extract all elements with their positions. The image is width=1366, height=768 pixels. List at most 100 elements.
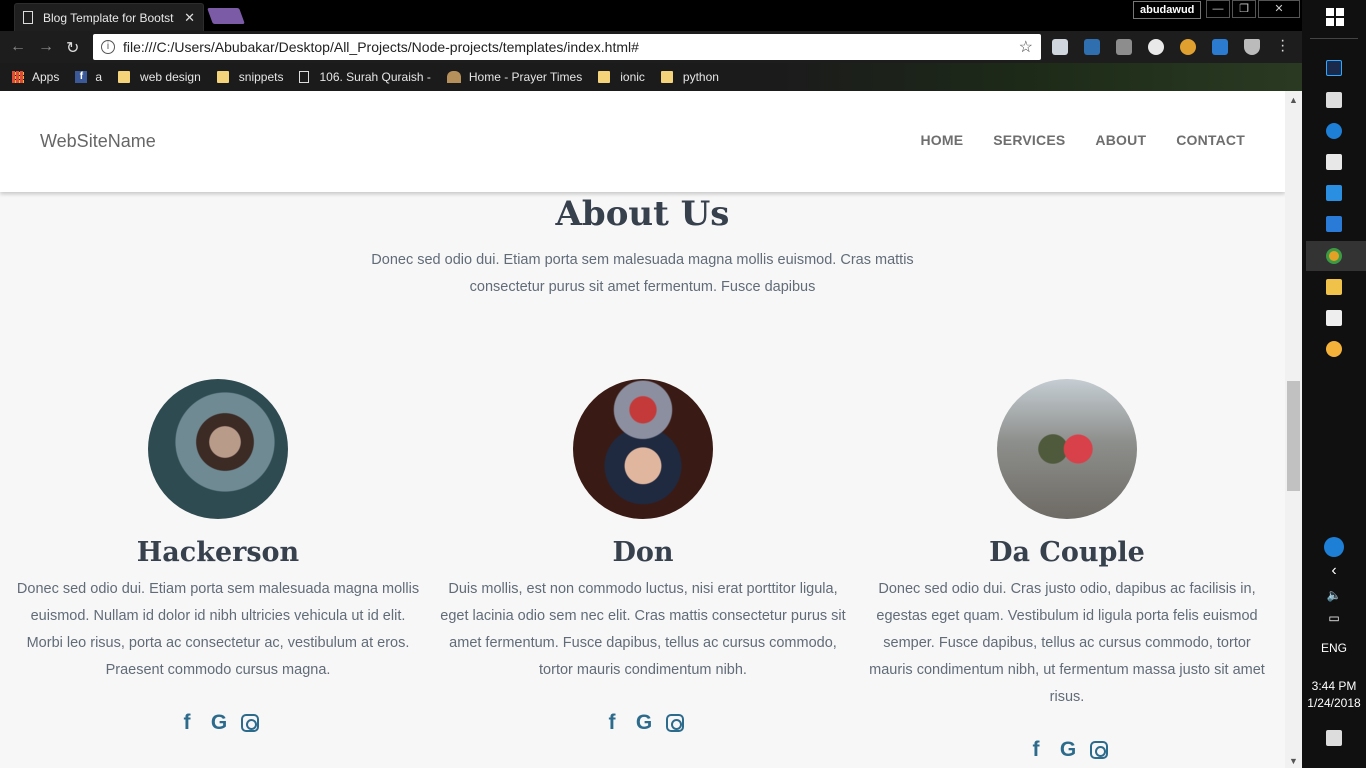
browser-tab[interactable]: Blog Template for Bootst ✕ bbox=[14, 3, 204, 31]
extension-icon-2[interactable] bbox=[1084, 39, 1100, 55]
tab-strip: Blog Template for Bootst ✕ abudawud — ❐ … bbox=[0, 0, 1302, 31]
social-links: f G bbox=[438, 712, 848, 734]
about-title: About Us bbox=[555, 194, 730, 234]
member-name: Don bbox=[612, 537, 674, 568]
clock-time[interactable]: 3:44 PM bbox=[1302, 679, 1366, 693]
close-tab-icon[interactable]: ✕ bbox=[184, 10, 195, 26]
close-window-button[interactable]: ✕ bbox=[1258, 0, 1300, 18]
mail-icon[interactable] bbox=[1326, 310, 1342, 326]
bookmark-ionic[interactable]: ionic bbox=[598, 70, 645, 84]
facebook-icon[interactable]: f bbox=[177, 712, 197, 734]
forward-arrow-icon[interactable]: → bbox=[38, 38, 54, 56]
minimize-button[interactable]: — bbox=[1206, 0, 1230, 18]
extension-icon-6[interactable] bbox=[1212, 39, 1228, 55]
address-bar[interactable]: i file:///C:/Users/Abubakar/Desktop/All_… bbox=[93, 34, 1041, 60]
windows-start-icon[interactable] bbox=[1326, 8, 1344, 26]
file-explorer-icon[interactable] bbox=[1326, 279, 1342, 295]
nav-home[interactable]: HOME bbox=[920, 132, 963, 148]
page-icon bbox=[299, 71, 310, 83]
extension-icon-4[interactable] bbox=[1148, 39, 1164, 55]
new-tab-button[interactable] bbox=[207, 8, 245, 24]
facebook-icon: f bbox=[75, 71, 88, 83]
extension-icon-3[interactable] bbox=[1116, 39, 1132, 55]
taskbar-divider bbox=[1310, 38, 1358, 39]
avatar bbox=[148, 379, 288, 519]
page-icon bbox=[23, 11, 33, 24]
extension-icon-5[interactable] bbox=[1180, 39, 1196, 55]
folder-icon bbox=[598, 71, 611, 83]
scroll-up-arrow-icon[interactable]: ▲ bbox=[1289, 95, 1298, 105]
info-icon[interactable]: i bbox=[101, 40, 115, 54]
facebook-icon[interactable]: f bbox=[1026, 739, 1046, 761]
instagram-icon[interactable] bbox=[1090, 741, 1108, 759]
vscode-icon[interactable] bbox=[1326, 216, 1342, 232]
team-member-card: Da Couple Donec sed odio dui. Cras justo… bbox=[862, 379, 1272, 761]
restore-button[interactable]: ❐ bbox=[1232, 0, 1256, 18]
bookmarks-bar: Apps fa web design snippets 106. Surah Q… bbox=[0, 63, 1302, 91]
nav-contact[interactable]: CONTACT bbox=[1176, 132, 1245, 148]
member-name: Da Couple bbox=[989, 537, 1145, 568]
facebook-icon[interactable]: f bbox=[602, 712, 622, 734]
back-arrow-icon[interactable]: ← bbox=[10, 38, 26, 56]
social-links: f G bbox=[13, 712, 423, 734]
instagram-icon[interactable] bbox=[666, 714, 684, 732]
page-viewport: WebSiteName HOME SERVICES ABOUT CONTACT … bbox=[0, 91, 1285, 768]
bookmark-snippets[interactable]: snippets bbox=[216, 70, 283, 84]
apps-grid-icon bbox=[12, 71, 24, 83]
avatar bbox=[997, 379, 1137, 519]
calculator-icon[interactable] bbox=[1326, 154, 1342, 170]
member-bio: Duis mollis, est non commodo luctus, nis… bbox=[440, 581, 846, 678]
url-text[interactable]: file:///C:/Users/Abubakar/Desktop/All_Pr… bbox=[123, 39, 1019, 55]
app-icon[interactable] bbox=[1326, 185, 1342, 201]
google-icon[interactable]: G bbox=[634, 712, 654, 734]
folder-icon bbox=[216, 71, 229, 83]
site-navbar: WebSiteName HOME SERVICES ABOUT CONTACT bbox=[0, 91, 1285, 192]
bookmark-python[interactable]: python bbox=[660, 70, 719, 84]
bookmark-star-icon[interactable]: ☆ bbox=[1019, 37, 1033, 57]
store-icon[interactable] bbox=[1326, 92, 1342, 108]
bookmark-surah-quraish[interactable]: 106. Surah Quraish - bbox=[299, 70, 431, 84]
nav-services[interactable]: SERVICES bbox=[993, 132, 1065, 148]
reload-icon[interactable]: ↻ bbox=[66, 38, 79, 58]
edge-icon[interactable] bbox=[1326, 123, 1342, 139]
team-member-card: Hackerson Donec sed odio dui. Etiam port… bbox=[13, 379, 423, 734]
google-icon[interactable]: G bbox=[1058, 739, 1078, 761]
shield-icon[interactable] bbox=[1244, 39, 1260, 55]
member-bio: Donec sed odio dui. Etiam porta sem male… bbox=[16, 581, 420, 678]
bookmark-prayer-times[interactable]: Home - Prayer Times bbox=[446, 70, 582, 84]
volume-icon[interactable]: 🔈 bbox=[1302, 588, 1366, 602]
nav-about[interactable]: ABOUT bbox=[1095, 132, 1146, 148]
instagram-icon[interactable] bbox=[241, 714, 259, 732]
scroll-down-arrow-icon[interactable]: ▼ bbox=[1289, 756, 1298, 766]
tab-title: Blog Template for Bootst bbox=[43, 10, 174, 25]
about-subtitle: Donec sed odio dui. Etiam porta sem male… bbox=[371, 252, 914, 295]
team-member-card: Don Duis mollis, est non commodo luctus,… bbox=[438, 379, 848, 734]
google-icon[interactable]: G bbox=[209, 712, 229, 734]
member-bio: Donec sed odio dui. Cras justo odio, dap… bbox=[869, 581, 1265, 705]
chrome-menu-icon[interactable]: · · · bbox=[1280, 33, 1285, 59]
member-name: Hackerson bbox=[136, 537, 300, 568]
photoshop-icon[interactable] bbox=[1326, 60, 1342, 76]
app-icon[interactable] bbox=[1326, 341, 1342, 357]
language-indicator[interactable]: ENG bbox=[1302, 641, 1366, 655]
profile-button[interactable]: abudawud bbox=[1133, 1, 1202, 19]
help-icon[interactable] bbox=[1324, 537, 1344, 557]
battery-icon[interactable]: ▭ bbox=[1302, 611, 1366, 625]
chrome-icon[interactable] bbox=[1326, 248, 1342, 264]
avatar bbox=[573, 379, 713, 519]
page-scrollbar[interactable]: ▲ ▼ bbox=[1285, 91, 1302, 768]
bookmark-web-design[interactable]: web design bbox=[118, 70, 201, 84]
notifications-icon[interactable] bbox=[1326, 730, 1342, 746]
clock-date[interactable]: 1/24/2018 bbox=[1302, 696, 1366, 710]
extension-icon-1[interactable] bbox=[1052, 39, 1068, 55]
window-controls: — ❐ ✕ bbox=[1206, 0, 1300, 18]
bookmark-a[interactable]: fa bbox=[75, 70, 102, 84]
chevron-left-icon[interactable]: ‹ bbox=[1302, 562, 1366, 580]
windows-taskbar: ‹ 🔈 ▭ ENG 3:44 PM 1/24/2018 bbox=[1302, 0, 1366, 768]
scrollbar-thumb[interactable] bbox=[1287, 381, 1300, 491]
bookmark-apps[interactable]: Apps bbox=[12, 70, 59, 84]
site-nav-links: HOME SERVICES ABOUT CONTACT bbox=[920, 132, 1245, 148]
site-brand[interactable]: WebSiteName bbox=[40, 131, 156, 152]
browser-toolbar: ← → ↻ i file:///C:/Users/Abubakar/Deskto… bbox=[0, 31, 1302, 63]
folder-icon bbox=[660, 71, 673, 83]
